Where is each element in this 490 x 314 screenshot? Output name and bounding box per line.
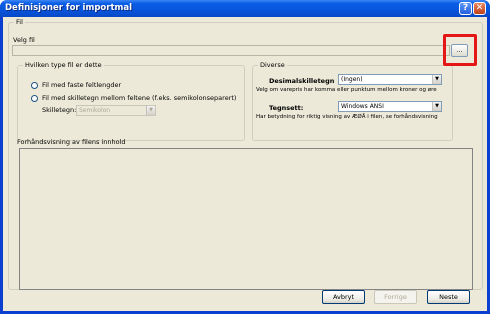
file-path-field[interactable]: [12, 45, 450, 56]
decimal-separator-value: (Ingen): [341, 76, 363, 83]
highlight-annotation: [443, 34, 477, 66]
file-group-label: Fil: [14, 18, 25, 27]
separated-label: Fil med skilletegn mellom feltene (f.eks…: [42, 94, 237, 102]
charset-label: Tegnsett:: [269, 104, 304, 112]
charset-value: Windows ANSI: [341, 103, 384, 110]
chevron-down-icon: ▼: [432, 75, 441, 84]
separator-label: Skilletegn:: [42, 106, 77, 114]
dialog-window: Definisjoner for importmal ? ✕ Fil Velg …: [0, 0, 490, 314]
preview-label: Forhåndsvisning av filens innhold: [17, 138, 126, 146]
decimal-separator-label: Desimalskilletegn: [269, 77, 335, 85]
close-button[interactable]: ✕: [473, 2, 486, 15]
misc-group-label: Diverse: [258, 61, 287, 70]
window-title: Definisjoner for importmal: [5, 3, 133, 13]
charset-select[interactable]: Windows ANSI ▼: [338, 101, 442, 112]
cancel-button[interactable]: Avbryt: [322, 290, 365, 304]
fixed-length-radio[interactable]: [31, 82, 38, 89]
next-button[interactable]: Neste: [427, 290, 470, 304]
decimal-separator-select[interactable]: (Ingen) ▼: [338, 74, 442, 85]
help-button[interactable]: ?: [459, 2, 472, 15]
separator-value: Semikolon: [79, 107, 111, 114]
previous-button[interactable]: Forrige: [374, 290, 417, 304]
decimal-separator-description: Velg om varepris har komma eller punktum…: [256, 87, 437, 93]
dialog-body: Fil Velg fil ... Hvilken type fil er det…: [3, 17, 487, 311]
separated-radio[interactable]: [31, 95, 38, 102]
separator-select[interactable]: Semikolon ▼: [76, 105, 156, 116]
chevron-down-icon: ▼: [432, 102, 441, 111]
choose-file-label: Velg fil: [13, 36, 35, 44]
file-type-group-label: Hvilken type fil er dette: [23, 61, 104, 70]
file-type-group: Hvilken type fil er dette: [17, 61, 245, 141]
charset-description: Har betydning for riktig visning av ÆØÅ …: [256, 114, 438, 120]
title-bar[interactable]: Definisjoner for importmal ? ✕: [0, 0, 490, 17]
fixed-length-label: Fil med faste feltlengder: [42, 81, 122, 89]
chevron-down-icon: ▼: [146, 106, 155, 115]
file-preview-area[interactable]: [19, 148, 473, 290]
